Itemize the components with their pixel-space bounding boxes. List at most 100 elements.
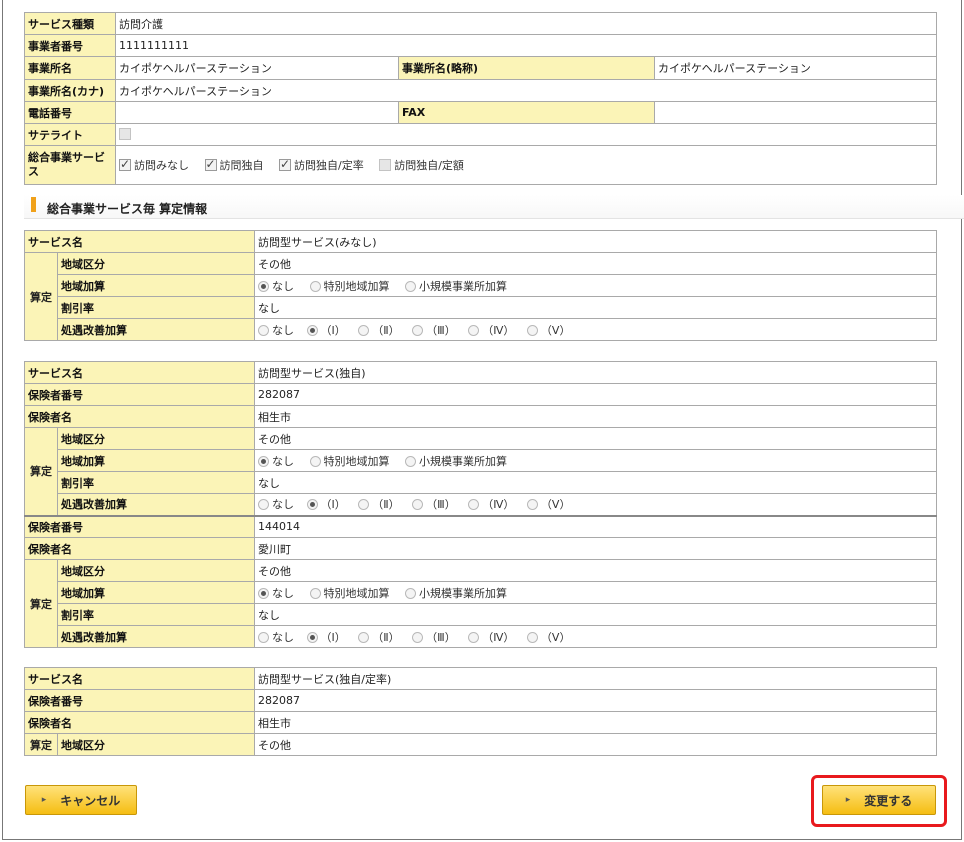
radio-option[interactable]: （Ⅱ） — [358, 322, 400, 338]
discount-value: なし — [254, 603, 937, 626]
radio-label: （Ⅲ） — [426, 498, 456, 512]
radio-icon[interactable] — [412, 324, 424, 336]
radio-option[interactable]: 小規模事業所加算 — [405, 453, 507, 469]
radio-icon[interactable] — [306, 631, 318, 643]
radio-option[interactable]: なし — [258, 496, 294, 512]
radio-option[interactable]: （Ⅰ） — [306, 322, 346, 338]
radio-icon[interactable] — [258, 324, 269, 336]
radio-icon[interactable] — [258, 499, 269, 511]
radio-option[interactable]: 小規模事業所加算 — [405, 585, 507, 601]
radio-icon[interactable] — [306, 499, 318, 511]
radio-option[interactable]: なし — [258, 629, 294, 645]
radio-label: （Ⅳ） — [482, 498, 515, 512]
insurer-name-value: 相生市 — [254, 711, 937, 734]
radio-option[interactable]: （Ⅲ） — [412, 496, 456, 512]
radio-option[interactable]: （Ⅴ） — [526, 496, 571, 512]
radio-icon[interactable] — [258, 455, 269, 467]
radio-option[interactable]: （Ⅴ） — [526, 629, 571, 645]
radio-icon[interactable] — [358, 324, 370, 336]
radio-icon[interactable] — [258, 280, 269, 292]
radio-label: （Ⅴ） — [540, 630, 571, 644]
radio-label: （Ⅱ） — [372, 323, 400, 337]
general-option-label: 訪問独自 — [219, 159, 264, 172]
radio-option[interactable]: 特別地域加算 — [309, 453, 390, 469]
radio-option[interactable]: （Ⅴ） — [526, 322, 571, 338]
satellite-checkbox[interactable] — [119, 128, 131, 140]
radio-option[interactable]: 特別地域加算 — [309, 278, 390, 294]
radio-option[interactable]: （Ⅱ） — [358, 629, 400, 645]
radio-icon[interactable] — [306, 324, 318, 336]
general-option[interactable]: 訪問独自 — [204, 157, 264, 173]
service-name-label: サービス名 — [24, 667, 255, 690]
general-option[interactable]: 訪問みなし — [119, 157, 189, 173]
radio-option[interactable]: （Ⅳ） — [468, 322, 514, 338]
radio-label: （Ⅱ） — [372, 498, 400, 512]
discount-value: なし — [254, 296, 937, 319]
insurer-name-value: 愛川町 — [254, 537, 937, 560]
radio-icon[interactable] — [405, 455, 416, 467]
radio-option[interactable]: 特別地域加算 — [309, 585, 390, 601]
radio-icon[interactable] — [526, 324, 538, 336]
radio-option[interactable]: （Ⅳ） — [468, 629, 514, 645]
radio-option[interactable]: （Ⅳ） — [468, 496, 514, 512]
santei-label: 算定 — [24, 733, 58, 756]
radio-icon[interactable] — [309, 280, 321, 292]
radio-icon[interactable] — [412, 499, 424, 511]
radio-option[interactable]: （Ⅱ） — [358, 496, 400, 512]
insurer-no-label: 保険者番号 — [24, 689, 255, 712]
section-title: 総合事業サービス毎 算定情報 — [47, 202, 208, 216]
radio-option[interactable]: （Ⅰ） — [306, 496, 346, 512]
improvement-radios: なし （Ⅰ） （Ⅱ） （Ⅲ） （Ⅳ） （Ⅴ） — [254, 493, 937, 516]
radio-label: （Ⅰ） — [320, 498, 346, 512]
radio-icon[interactable] — [468, 631, 480, 643]
radio-icon[interactable] — [526, 631, 538, 643]
checkbox-icon[interactable] — [279, 157, 291, 171]
checkbox-icon[interactable] — [204, 157, 217, 171]
radio-option[interactable]: 小規模事業所加算 — [405, 278, 507, 294]
region-label: 地域区分 — [57, 427, 255, 450]
service-name-label: サービス名 — [24, 230, 255, 253]
radio-option[interactable]: （Ⅰ） — [306, 629, 346, 645]
radio-icon[interactable] — [258, 587, 269, 599]
radio-option[interactable]: なし — [258, 278, 294, 294]
region-value: その他 — [254, 427, 937, 450]
insurer-no-label: 保険者番号 — [24, 383, 255, 406]
radio-option[interactable]: （Ⅲ） — [412, 629, 456, 645]
insurer-no-value: 282087 — [254, 383, 937, 406]
radio-label: 特別地域加算 — [323, 279, 390, 293]
radio-option[interactable]: なし — [258, 322, 294, 338]
radio-icon[interactable] — [358, 499, 370, 511]
radio-icon[interactable] — [405, 280, 416, 292]
radio-icon[interactable] — [358, 631, 370, 643]
general-option[interactable]: 訪問独自/定率 — [279, 157, 364, 173]
improvement-radios: なし （Ⅰ） （Ⅱ） （Ⅲ） （Ⅳ） （Ⅴ） — [254, 318, 937, 341]
radio-icon[interactable] — [468, 499, 480, 511]
cancel-button[interactable]: ▸ キャンセル — [25, 785, 137, 815]
radio-option[interactable]: なし — [258, 585, 294, 601]
radio-icon[interactable] — [526, 499, 538, 511]
general-option-label: 訪問独自/定率 — [294, 159, 364, 172]
radio-icon[interactable] — [258, 631, 269, 643]
radio-label: 小規模事業所加算 — [419, 586, 507, 600]
radio-label: （Ⅲ） — [426, 323, 456, 337]
radio-label: なし — [272, 498, 294, 512]
radio-label: （Ⅴ） — [540, 498, 571, 512]
checkbox-icon[interactable] — [379, 159, 392, 171]
radio-icon[interactable] — [405, 587, 416, 599]
general-option-label: 訪問独自/定額 — [394, 159, 464, 172]
service-table-3: サービス名 訪問型サービス(独自/定率) 保険者番号 282087 保険者名 相生市 … — [24, 667, 937, 756]
radio-option[interactable]: なし — [258, 453, 294, 469]
insurer-no-value: 144014 — [254, 515, 937, 538]
region-value: その他 — [254, 559, 937, 582]
radio-icon[interactable] — [309, 587, 321, 599]
radio-icon[interactable] — [412, 631, 424, 643]
radio-option[interactable]: （Ⅲ） — [412, 322, 456, 338]
radio-icon[interactable] — [468, 324, 480, 336]
checkbox-icon[interactable] — [119, 157, 131, 171]
general-option[interactable]: 訪問独自/定額 — [379, 157, 464, 173]
radio-icon[interactable] — [309, 455, 321, 467]
office-info-table: サービス種類 訪問介護 事業者番号 1111111111 事業所名 カイポケヘル… — [24, 12, 937, 185]
radio-label: （Ⅰ） — [320, 630, 346, 644]
section-header: 総合事業サービス毎 算定情報 — [24, 195, 964, 219]
radio-label: （Ⅴ） — [540, 323, 571, 337]
